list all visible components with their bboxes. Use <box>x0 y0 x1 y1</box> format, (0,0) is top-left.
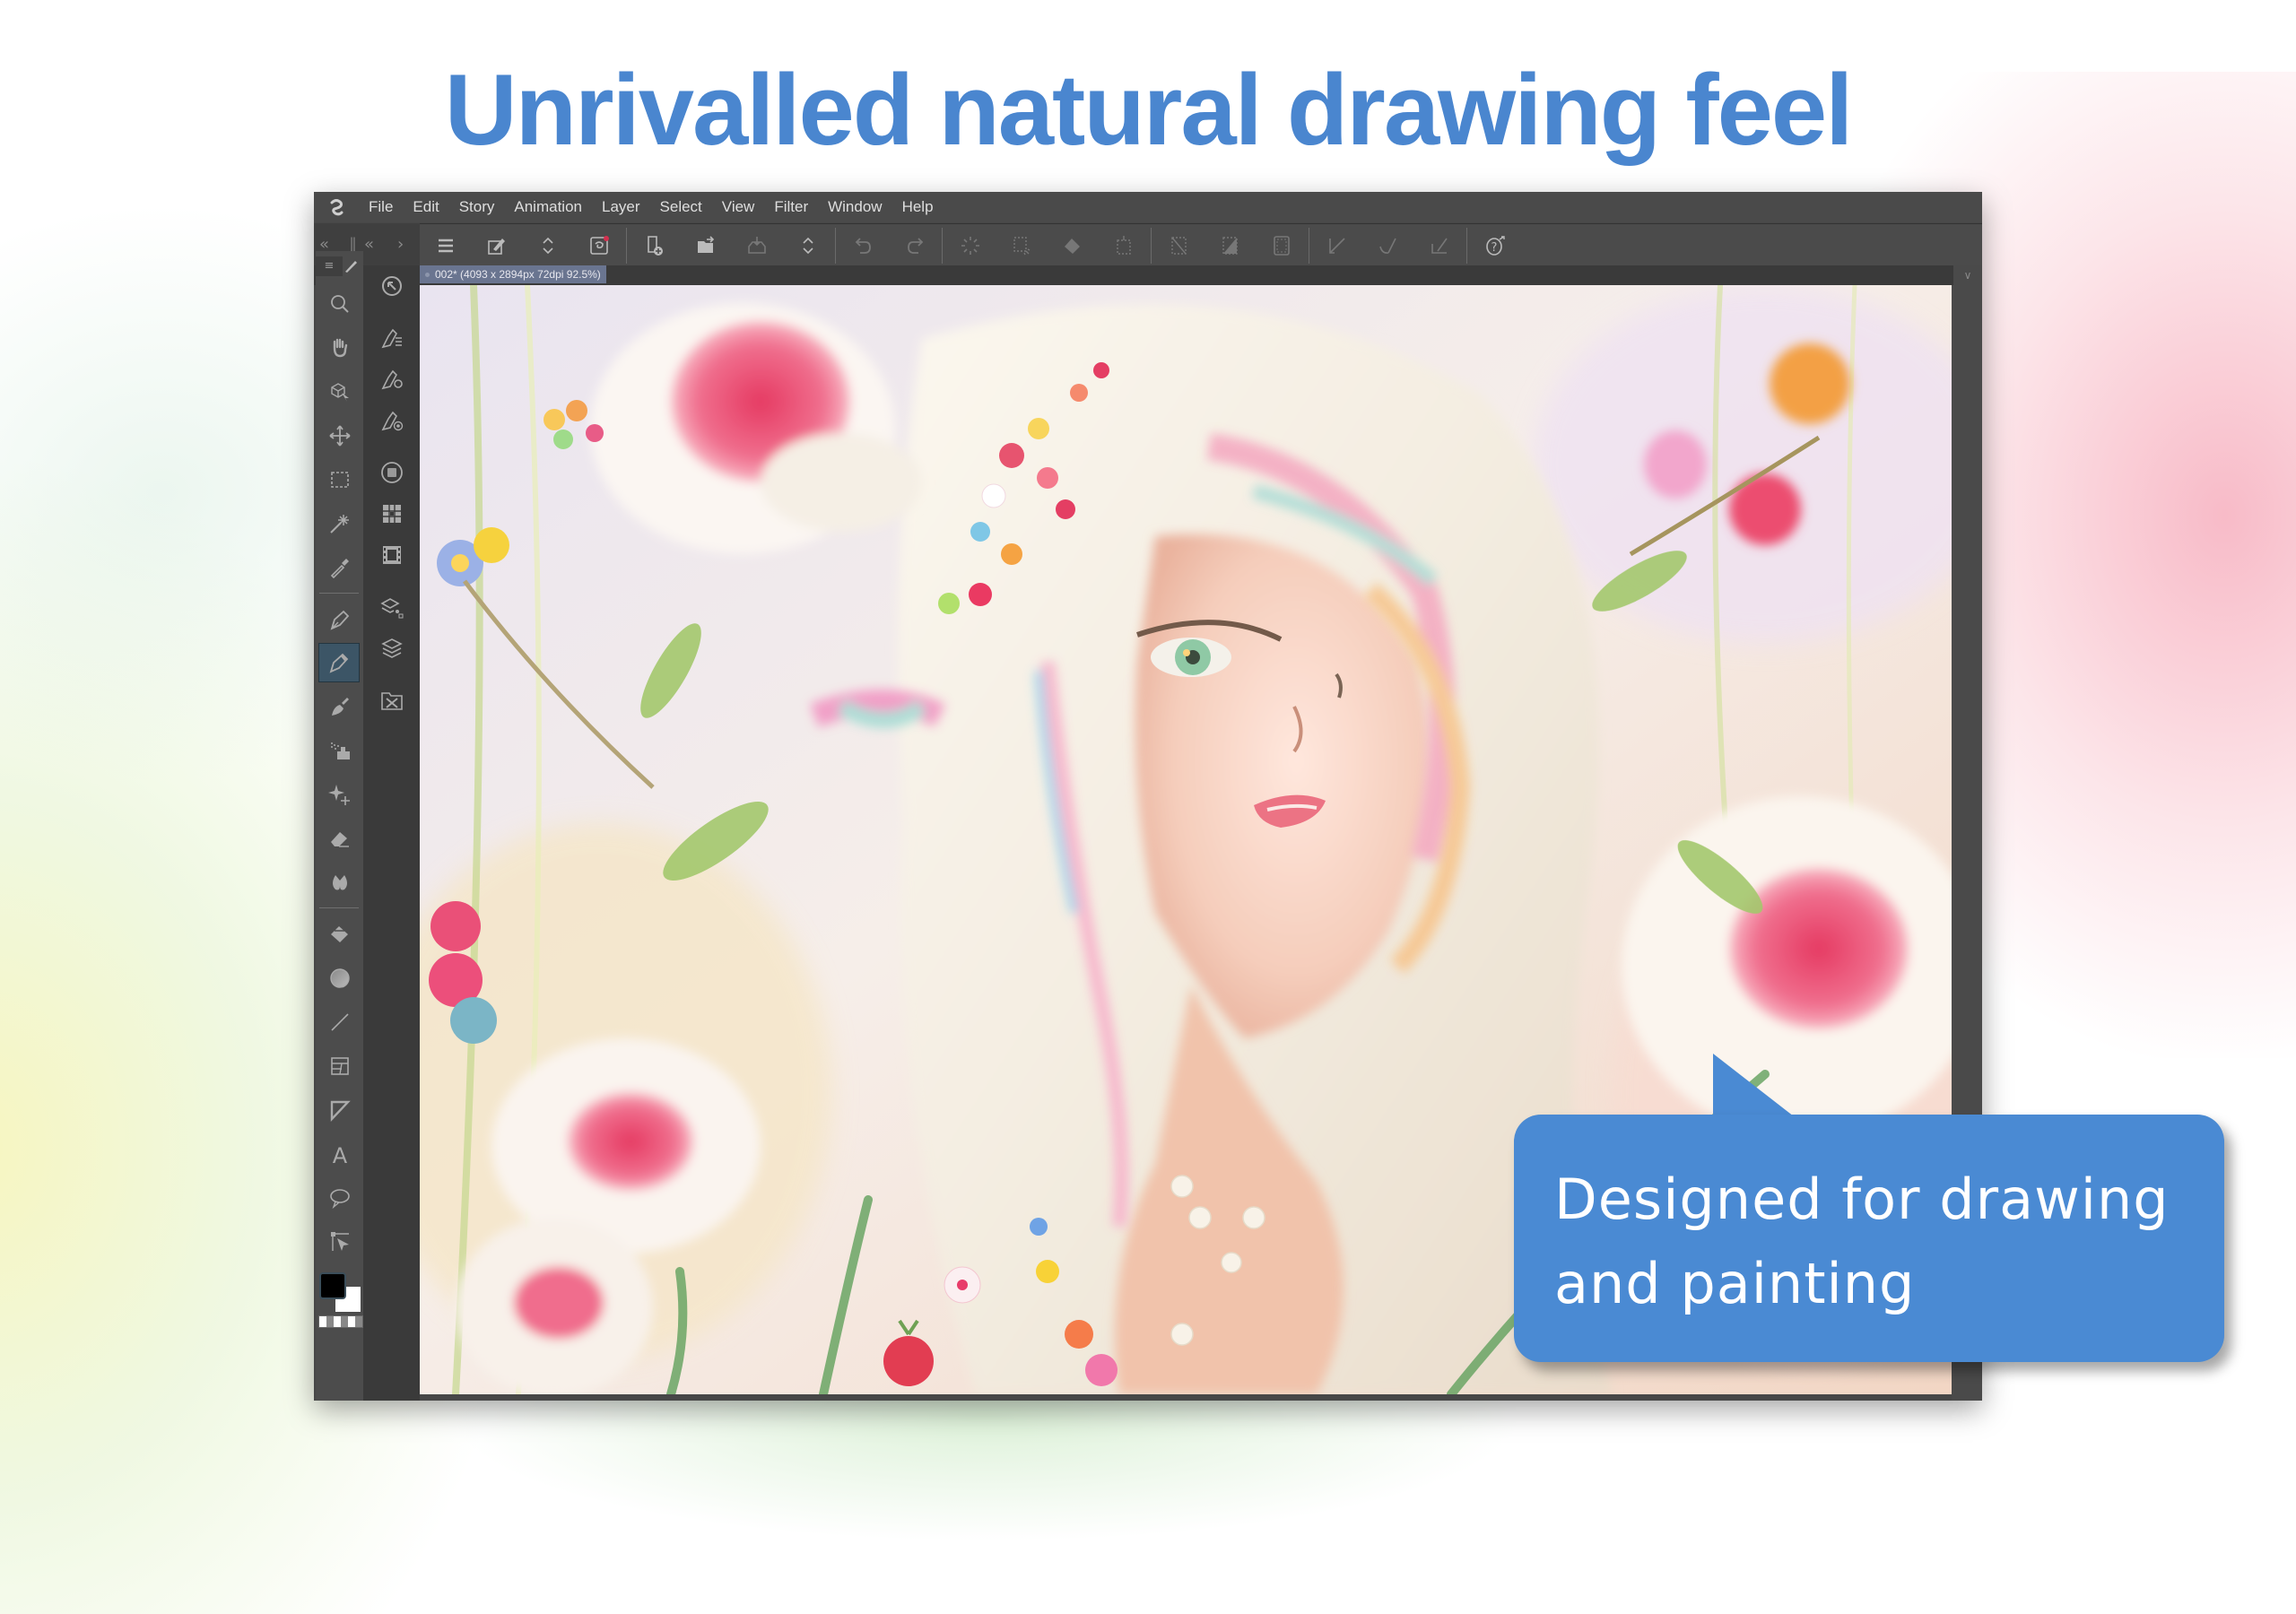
color-wheel-icon[interactable] <box>363 452 420 493</box>
fill-icon[interactable] <box>1047 224 1098 266</box>
callout-line-2: and painting <box>1554 1251 1916 1316</box>
ruler-icon[interactable] <box>1311 224 1362 266</box>
sub-tool-detail-icon[interactable] <box>363 317 420 359</box>
pencil-tool[interactable] <box>318 643 360 682</box>
menu-help[interactable]: Help <box>892 192 944 222</box>
menu-filter[interactable]: Filter <box>764 192 818 222</box>
toolbar-divider <box>1151 227 1152 264</box>
eyedropper-tool[interactable] <box>316 545 363 589</box>
clear-outside-icon[interactable] <box>996 224 1047 266</box>
snap-curve-icon[interactable] <box>1362 224 1413 266</box>
brush-size-icon[interactable] <box>363 400 420 441</box>
move-tool[interactable] <box>316 413 363 457</box>
callout-line-1: Designed for drawing <box>1554 1167 2170 1232</box>
menu-window[interactable]: Window <box>818 192 891 222</box>
menu-edit[interactable]: Edit <box>403 192 448 222</box>
menu-file[interactable]: File <box>359 192 403 222</box>
help-icon[interactable]: ? <box>1469 224 1520 266</box>
document-tab-row: 002* (4093 x 2894px 72dpi 92.5%) ∨ <box>314 265 1982 285</box>
toolbar-row: « ‖ « › ? <box>314 223 1982 266</box>
layer-property-icon[interactable] <box>363 586 420 628</box>
save-icon[interactable] <box>731 224 782 266</box>
menu-select[interactable]: Select <box>650 192 712 222</box>
svg-text:?: ? <box>1491 241 1497 255</box>
callout-tail <box>1713 1054 1794 1116</box>
correct-line-tool[interactable] <box>316 1219 363 1263</box>
command-bar: ? <box>420 223 1982 266</box>
text-tool[interactable]: A <box>316 1132 363 1176</box>
blend-tool[interactable] <box>316 860 363 904</box>
gradient-tool[interactable] <box>316 956 363 1000</box>
tool-divider <box>319 907 359 908</box>
zoom-tool[interactable] <box>316 282 363 325</box>
grayscale-area-icon[interactable] <box>1205 224 1256 266</box>
transform-icon[interactable] <box>1098 224 1149 266</box>
menu-bar: File Edit Story Animation Layer Select V… <box>314 192 1982 222</box>
pen-tool[interactable] <box>316 597 363 641</box>
menu-icon[interactable] <box>420 224 471 266</box>
menu-story[interactable]: Story <box>449 192 505 222</box>
menu-animation[interactable]: Animation <box>504 192 592 222</box>
figure-tool[interactable] <box>316 1000 363 1044</box>
edit-brush-icon[interactable] <box>471 224 522 266</box>
toolbar-divider <box>626 227 627 264</box>
tab-close-dot[interactable] <box>425 272 430 277</box>
decoration-tool[interactable] <box>316 772 363 816</box>
new-file-icon[interactable] <box>629 224 680 266</box>
callout-text: Designed for drawing and painting <box>1554 1158 2170 1326</box>
undo-icon[interactable] <box>838 224 889 266</box>
palette-menu-icon[interactable]: ≡ <box>316 256 343 276</box>
tool-palette: ≡ A <box>316 251 363 1401</box>
brush-tool[interactable] <box>316 684 363 728</box>
border-icon[interactable] <box>1256 224 1307 266</box>
pen-icon <box>345 261 357 273</box>
document-tab-label: 002* (4093 x 2894px 72dpi 92.5%) <box>435 268 601 281</box>
marquee-select-tool[interactable] <box>316 457 363 501</box>
redo-icon[interactable] <box>889 224 940 266</box>
feature-callout: Designed for drawing and painting <box>1514 1115 2224 1362</box>
deselect-icon[interactable] <box>944 224 996 266</box>
tool-divider <box>319 593 359 594</box>
object-select-tool[interactable] <box>316 369 363 413</box>
headline: Unrivalled natural drawing feel <box>444 54 1854 166</box>
navigator-icon[interactable] <box>363 265 420 307</box>
chevron-updown-icon-2[interactable] <box>782 224 833 266</box>
expand-right-button[interactable]: › <box>397 235 404 254</box>
balloon-tool[interactable] <box>316 1176 363 1219</box>
color-set-icon[interactable] <box>363 493 420 534</box>
animation-timeline-icon[interactable] <box>363 534 420 576</box>
hand-tool[interactable] <box>316 325 363 369</box>
fill-tool[interactable] <box>316 912 363 956</box>
document-tab[interactable]: 002* (4093 x 2894px 72dpi 92.5%) <box>420 265 606 283</box>
clip-studio-logo-icon[interactable] <box>314 192 359 222</box>
open-file-icon[interactable] <box>680 224 731 266</box>
magic-wand-tool[interactable] <box>316 501 363 545</box>
airbrush-tool[interactable] <box>316 728 363 772</box>
frame-border-tool[interactable] <box>316 1044 363 1088</box>
clip-studio-icon[interactable] <box>573 224 624 266</box>
tool-palette-header: ≡ <box>316 251 363 282</box>
eraser-tool[interactable] <box>316 816 363 860</box>
main-color-swatch[interactable] <box>319 1272 346 1299</box>
transparent-color-swatch[interactable] <box>318 1315 363 1328</box>
tab-list-chevron-down-icon[interactable]: ∨ <box>1953 265 1982 285</box>
tool-property-icon[interactable] <box>363 359 420 400</box>
invert-selection-icon[interactable] <box>1153 224 1205 266</box>
ruler-tool[interactable] <box>316 1088 363 1132</box>
toolbar-divider <box>942 227 943 264</box>
sub-tool-column <box>363 265 420 1401</box>
toolbar-divider <box>835 227 836 264</box>
collapse-left-button-2[interactable]: « <box>364 235 374 254</box>
svg-text:A: A <box>332 1143 347 1167</box>
snap-grid-icon[interactable] <box>1413 224 1465 266</box>
layer-icon[interactable] <box>363 628 420 669</box>
color-swatches <box>316 1269 363 1332</box>
layer-delete-icon[interactable] <box>363 680 420 721</box>
toolbar-divider <box>1466 227 1467 264</box>
menu-layer[interactable]: Layer <box>592 192 650 222</box>
menu-view[interactable]: View <box>712 192 765 222</box>
chevron-updown-icon[interactable] <box>522 224 573 266</box>
